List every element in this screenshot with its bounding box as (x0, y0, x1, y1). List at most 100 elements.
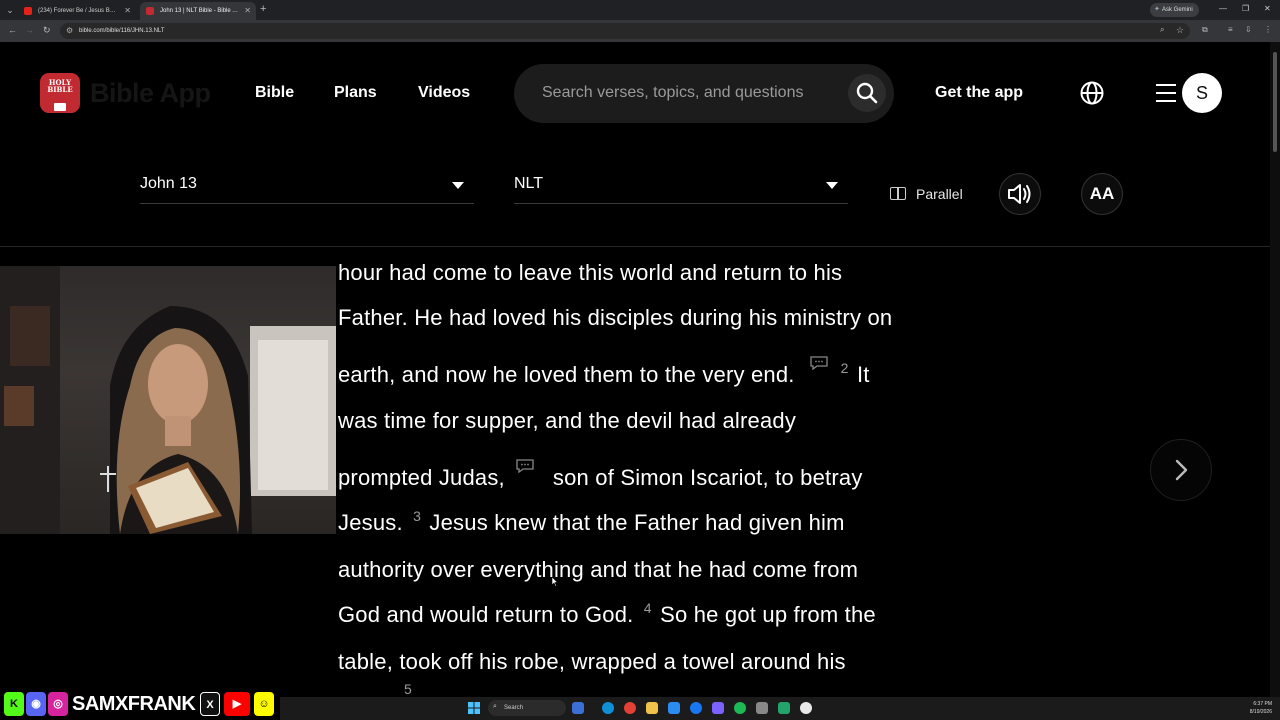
verse-line: was time for supper, and the devil had a… (338, 408, 797, 433)
store-icon[interactable] (668, 702, 680, 714)
verse-text: earth, and now he loved them to the very… (338, 362, 795, 387)
verse-line: God and would return to God. 4 So he got… (338, 600, 876, 628)
taskbar-search[interactable]: ⌕ Search (488, 700, 566, 716)
verse-number: 2 (840, 360, 849, 376)
parallel-book-icon (890, 187, 906, 200)
webcam-person-image (0, 266, 336, 534)
verse-text: God and would return to God. (338, 602, 634, 627)
browser-menu-icon[interactable]: ⋮ (1264, 25, 1272, 34)
verse-text: So he got up from the (660, 602, 876, 627)
verse-line: Father. He had loved his disciples durin… (338, 305, 893, 330)
clock-date: 8/19/2026 (1249, 709, 1272, 715)
verse-text: It (856, 362, 870, 387)
avatar[interactable]: S (1182, 73, 1222, 113)
gemini-spark-icon: ✦ (1154, 6, 1160, 13)
logo-ribbon-icon (54, 103, 66, 111)
tab-search-chevron-icon[interactable]: ⌄ (4, 4, 16, 16)
scrollbar-thumb[interactable] (1273, 52, 1277, 152)
snapchat-icon: ☺ (254, 692, 274, 716)
nav-bible[interactable]: Bible (255, 84, 294, 102)
windows-start-icon[interactable] (468, 702, 480, 714)
facebook-icon[interactable] (690, 702, 702, 714)
verse-line: prompted Judas, son of Simon Iscariot, t… (338, 459, 863, 491)
instagram-icon: ◎ (48, 692, 68, 716)
audio-button[interactable] (999, 173, 1041, 215)
spotify-icon[interactable] (734, 702, 746, 714)
task-view-icon[interactable] (572, 702, 584, 714)
download-icon[interactable]: ⇩ (1245, 25, 1252, 34)
browser-tab-youtube[interactable]: (234) Forever Be / Jesus Be the Name ✕ (18, 2, 136, 20)
footnote-icon[interactable] (809, 350, 829, 371)
verse-text: prompted Judas, (338, 465, 505, 490)
forward-icon[interactable]: → (25, 25, 34, 35)
obs-icon[interactable] (800, 702, 812, 714)
tab-title: (234) Forever Be / Jesus Be the Name (38, 8, 118, 14)
mouse-cursor-icon (552, 577, 558, 587)
back-icon[interactable]: ← (8, 25, 17, 35)
bible-app-logo[interactable]: HOLY BIBLE (40, 73, 80, 113)
nav-videos[interactable]: Videos (418, 84, 470, 102)
verse-number: 5 (404, 681, 412, 697)
speaker-icon (1008, 184, 1031, 204)
text-size-button[interactable]: AA (1081, 173, 1123, 215)
reload-icon[interactable]: ↻ (43, 25, 51, 36)
kick-icon: K (4, 692, 24, 716)
app-icon[interactable] (778, 702, 790, 714)
get-the-app-link[interactable]: Get the app (935, 84, 1023, 102)
chrome-icon[interactable] (624, 702, 636, 714)
verse-text: Jesus knew that the Father had given him (429, 510, 845, 535)
tab-close-icon[interactable]: ✕ (124, 2, 131, 20)
brand-name[interactable]: Bible App (90, 78, 211, 109)
verse-text: Jesus. (338, 510, 403, 535)
tab-title: John 13 | NLT Bible - Bible App (160, 8, 240, 14)
page-scrollbar[interactable] (1270, 42, 1280, 697)
chevron-right-icon (1175, 459, 1188, 481)
nav-plans[interactable]: Plans (334, 84, 377, 102)
search-input[interactable] (542, 80, 842, 106)
discord-icon: ◉ (26, 692, 46, 716)
browser-tabstrip: ⌄ (234) Forever Be / Jesus Be the Name ✕… (0, 0, 1280, 20)
social-handle-name: SAMXFRANK (72, 693, 196, 715)
restore-icon[interactable]: ❐ (1242, 4, 1249, 13)
browser-tab-bible[interactable]: John 13 | NLT Bible - Bible App ✕ (140, 2, 256, 20)
verse-number: 3 (413, 508, 422, 524)
window-close-icon[interactable]: ✕ (1264, 4, 1271, 13)
book-chapter-select[interactable]: John 13 (140, 170, 474, 204)
extensions-icon[interactable]: ⧉ (1202, 25, 1208, 35)
search-button[interactable] (848, 74, 886, 112)
search-bar (514, 64, 894, 123)
search-icon: ⌕ (493, 703, 497, 710)
tab-close-icon[interactable]: ✕ (244, 2, 251, 20)
new-tab-icon[interactable]: + (260, 3, 266, 15)
language-button[interactable] (1079, 80, 1105, 106)
bookmark-star-icon[interactable]: ☆ (1176, 25, 1184, 36)
version-select[interactable]: NLT (514, 170, 848, 204)
zoom-icon[interactable]: ⌕ (1160, 25, 1164, 35)
bible-favicon-icon (146, 7, 154, 15)
ask-gemini-label: Ask Gemini (1162, 7, 1193, 13)
address-bar[interactable]: ⚙ bible.com/bible/116/JHN.13.NLT ⌕ ☆ (60, 23, 1190, 39)
site-info-icon[interactable]: ⚙ (66, 26, 73, 35)
system-clock[interactable]: 6:37 PM 8/19/2026 (1240, 700, 1272, 716)
ask-gemini-button[interactable]: ✦ Ask Gemini (1150, 3, 1199, 17)
taskbar-search-label: Search (504, 705, 524, 711)
footnote-icon[interactable] (515, 453, 535, 474)
hamburger-menu-icon[interactable] (1156, 84, 1178, 102)
parallel-label: Parallel (916, 186, 963, 202)
url-text[interactable]: bible.com/bible/116/JHN.13.NLT (79, 23, 165, 39)
windows-taskbar: ⌕ Search 6:37 PM 8/19/2026 (280, 697, 1280, 720)
playlist-icon[interactable]: ≡ (1228, 25, 1233, 34)
x-icon: X (200, 692, 220, 716)
file-explorer-icon[interactable] (646, 702, 658, 714)
youtube-favicon-icon (24, 7, 32, 15)
edge-icon[interactable] (602, 702, 614, 714)
verse-line: earth, and now he loved them to the very… (338, 356, 870, 388)
book-chapter-value: John 13 (140, 175, 197, 192)
verse-line: hour had come to leave this world and re… (338, 260, 843, 285)
discord-taskbar-icon[interactable] (712, 702, 724, 714)
next-chapter-button[interactable] (1150, 439, 1212, 501)
logo-text: HOLY BIBLE (47, 78, 73, 94)
search-icon (856, 82, 878, 104)
minimize-icon[interactable]: — (1219, 4, 1227, 13)
settings-icon[interactable] (756, 702, 768, 714)
